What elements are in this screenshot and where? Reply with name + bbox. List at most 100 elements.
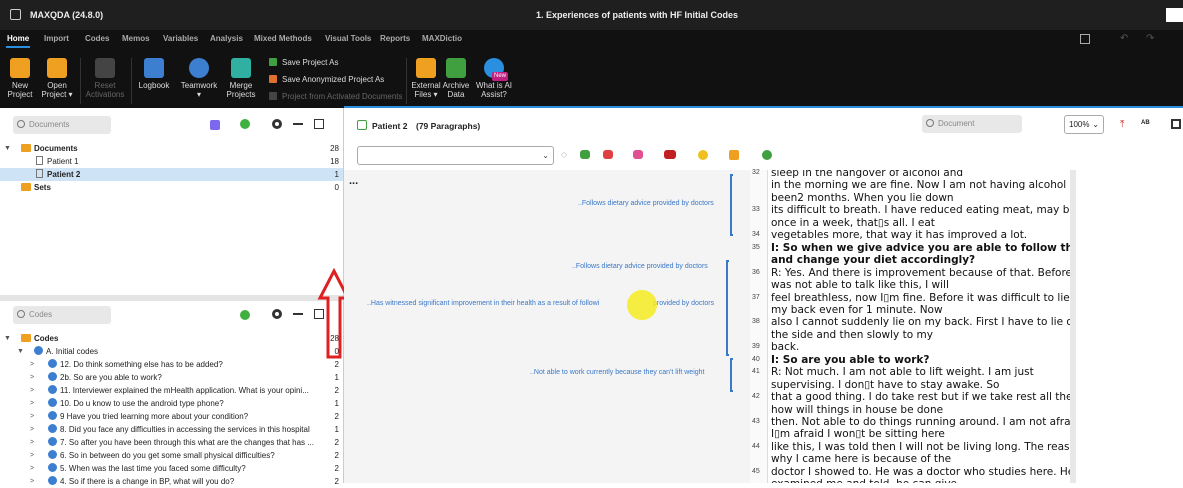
- code-group-initial-codes[interactable]: ▼ A. Initial codes 0: [0, 345, 343, 358]
- coding-stripe[interactable]: [730, 174, 733, 236]
- merge-projects-button[interactable]: Merge Projects: [224, 58, 258, 99]
- gear-icon[interactable]: [272, 309, 282, 319]
- code-item[interactable]: >2b. So are you able to work? 1: [0, 371, 343, 384]
- document-item-patient-1[interactable]: Patient 1 18: [0, 155, 343, 168]
- coding-stripe[interactable]: [726, 260, 729, 356]
- expand-icon[interactable]: >: [30, 449, 34, 462]
- memo-icon[interactable]: [729, 150, 739, 160]
- documents-search-input[interactable]: Documents: [13, 116, 111, 134]
- codes-root[interactable]: ▼ Codes 28: [0, 332, 343, 345]
- code-item[interactable]: >7. So after you have been through this …: [0, 436, 343, 449]
- expand-icon[interactable]: >: [30, 423, 34, 436]
- emoticode-icon[interactable]: [698, 150, 708, 160]
- diamond-icon[interactable]: ◇: [561, 150, 567, 159]
- activate-documents-icon[interactable]: [210, 120, 220, 130]
- documents-root[interactable]: ▼ Documents 28: [0, 142, 343, 155]
- project-from-activated-button[interactable]: Project from Activated Documents: [269, 92, 403, 101]
- code-item[interactable]: >8. Did you face any difficulties in acc…: [0, 423, 343, 436]
- text-line[interactable]: also I cannot suddenly lie on my back. F…: [771, 316, 1071, 328]
- sets-root[interactable]: Sets 0: [0, 181, 343, 194]
- text-line[interactable]: why I came here is because of the: [771, 453, 951, 465]
- expand-icon[interactable]: >: [30, 371, 34, 384]
- tab-import[interactable]: Import: [44, 34, 69, 43]
- text-line[interactable]: was not able to talk like this, I will: [771, 279, 949, 291]
- document-text[interactable]: sleep in the hangover of alcohol and in t…: [771, 170, 1071, 483]
- text-line[interactable]: the side and then slowly to my: [771, 329, 933, 341]
- collapse-icon[interactable]: ▼: [17, 345, 24, 358]
- text-line[interactable]: I: So when we give advice you are able t…: [771, 242, 1071, 254]
- text-line[interactable]: doctor I showed to. He was a doctor who …: [771, 466, 1071, 478]
- more-options-icon[interactable]: ...: [349, 175, 358, 187]
- tab-memos[interactable]: Memos: [122, 34, 150, 43]
- coded-segment-label[interactable]: ..Not able to work currently because the…: [530, 369, 704, 376]
- text-line[interactable]: vegetables more, that way it has improve…: [771, 229, 1027, 241]
- expand-icon[interactable]: >: [30, 462, 34, 475]
- expand-icon[interactable]: >: [30, 384, 34, 397]
- text-line[interactable]: in the morning we are fine. Now I am not…: [771, 179, 1071, 191]
- coded-segment-label[interactable]: ..Has witnessed significant improvement …: [367, 300, 599, 307]
- minimize-icon[interactable]: [293, 123, 303, 125]
- expand-icon[interactable]: >: [30, 358, 34, 371]
- code-item[interactable]: >5. When was the last time you faced som…: [0, 462, 343, 475]
- maximize-icon[interactable]: [314, 119, 324, 129]
- tab-analysis[interactable]: Analysis: [210, 34, 243, 43]
- document-search-input[interactable]: Document: [922, 115, 1022, 133]
- text-line[interactable]: that a good thing. I do take rest but if…: [771, 391, 1071, 403]
- text-line[interactable]: supervising. I don▯t have to stay awake.…: [771, 379, 999, 391]
- zoom-select[interactable]: 100% ⌄: [1064, 115, 1104, 134]
- code-item[interactable]: >12. Do think something else has to be a…: [0, 358, 343, 371]
- coded-segment-label[interactable]: ..Follows dietary advice provided by doc…: [578, 200, 714, 207]
- text-line[interactable]: examined me and told, he can give: [771, 478, 957, 483]
- redo-icon[interactable]: ↷: [1146, 33, 1154, 44]
- pane-splitter[interactable]: [0, 295, 343, 301]
- text-line[interactable]: how will things in house be done: [771, 404, 943, 416]
- code-item[interactable]: >11. Interviewer explained the mHealth a…: [0, 384, 343, 397]
- new-project-button[interactable]: New Project: [5, 58, 35, 99]
- text-line[interactable]: sleep in the hangover of alcohol and: [771, 170, 963, 179]
- text-line[interactable]: and change your diet accordingly?: [771, 254, 975, 266]
- code-in-vivo-icon[interactable]: [603, 150, 613, 159]
- tab-visual-tools[interactable]: Visual Tools: [325, 34, 371, 43]
- text-line[interactable]: then. Not able to do things running arou…: [771, 416, 1071, 428]
- text-line[interactable]: its difficult to breath. I have reduced …: [771, 204, 1071, 216]
- expand-icon[interactable]: >: [30, 410, 34, 423]
- save-project-as-button[interactable]: Save Project As: [269, 58, 338, 67]
- logbook-button[interactable]: Logbook: [136, 58, 172, 90]
- link-icon[interactable]: [762, 150, 772, 160]
- text-line[interactable]: feel breathless, now I▯m fine. Before it…: [771, 292, 1071, 304]
- export-icon[interactable]: ⤒: [1120, 119, 1124, 130]
- tab-reports[interactable]: Reports: [380, 34, 410, 43]
- highlight-icon[interactable]: [664, 150, 676, 159]
- collapse-icon[interactable]: ▼: [4, 142, 11, 155]
- tab-mixed-methods[interactable]: Mixed Methods: [254, 34, 312, 43]
- text-line[interactable]: back.: [771, 341, 799, 353]
- code-with-new-code-icon[interactable]: [580, 150, 590, 159]
- teamwork-button[interactable]: Teamwork ▾: [178, 58, 220, 99]
- text-line[interactable]: I: So are you able to work?: [771, 354, 929, 366]
- coding-stripe[interactable]: [730, 358, 733, 392]
- expand-icon[interactable]: >: [30, 397, 34, 410]
- code-selection-combo[interactable]: ⌄: [357, 146, 554, 165]
- expand-icon[interactable]: >: [30, 475, 34, 488]
- tab-codes[interactable]: Codes: [85, 34, 109, 43]
- gear-icon[interactable]: [272, 119, 282, 129]
- ai-assist-button[interactable]: New What is AI Assist?: [474, 58, 514, 99]
- text-line[interactable]: once in a week, that▯s all. I eat: [771, 217, 935, 229]
- open-project-button[interactable]: Open Project ▾: [40, 58, 74, 99]
- document-item-patient-2[interactable]: Patient 2 1: [0, 168, 343, 181]
- reset-activations-button[interactable]: Reset Activations: [84, 58, 126, 99]
- text-line[interactable]: I▯m afraid I won▯t be sitting here: [771, 428, 945, 440]
- archive-data-button[interactable]: Archive Data: [442, 58, 470, 99]
- undo-icon[interactable]: ↶: [1120, 33, 1128, 44]
- code-item[interactable]: >4. So if there is a change in BP, what …: [0, 475, 343, 488]
- external-files-button[interactable]: External Files ▾: [410, 58, 442, 99]
- tab-variables[interactable]: Variables: [163, 34, 198, 43]
- edit-document-icon[interactable]: [357, 120, 367, 130]
- coded-segment-label[interactable]: ..Follows dietary advice provided by doc…: [572, 263, 708, 270]
- save-anonymized-button[interactable]: Save Anonymized Project As: [269, 75, 384, 84]
- coded-segment-label[interactable]: provided by doctors: [653, 300, 714, 307]
- text-line[interactable]: R: Not much. I am not able to lift weigh…: [771, 366, 1034, 378]
- tab-maxdictio[interactable]: MAXDictio: [422, 34, 462, 43]
- code-item[interactable]: >10. Do u know to use the android type p…: [0, 397, 343, 410]
- text-line[interactable]: my back even for 1 minute. Now: [771, 304, 943, 316]
